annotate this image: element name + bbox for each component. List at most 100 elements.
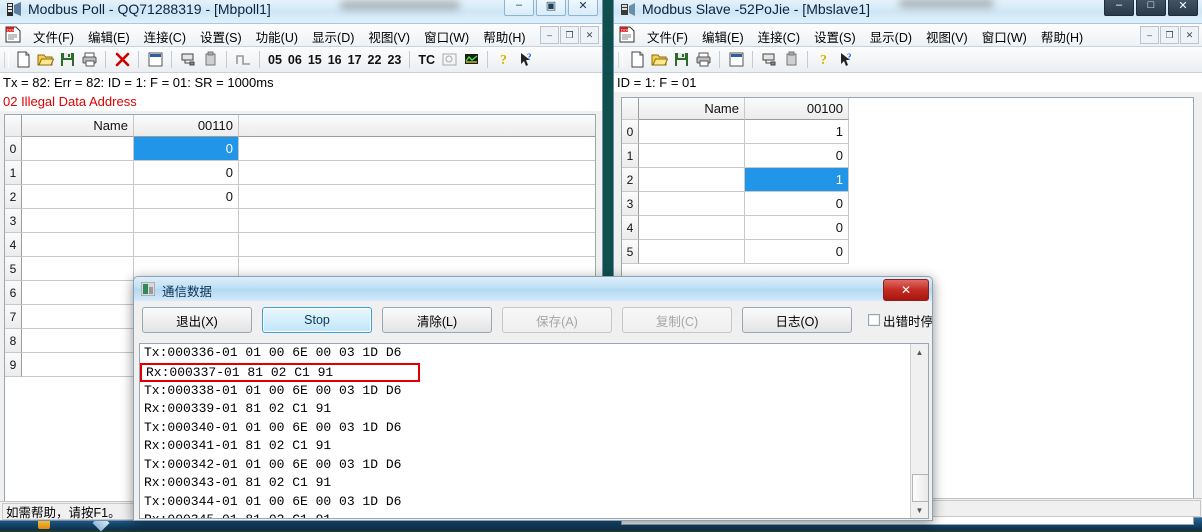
slave-menu-edit[interactable]: 编辑(E): [695, 26, 751, 47]
slave-menu-display[interactable]: 显示(D): [863, 26, 919, 47]
slave-row-name-1[interactable]: [639, 144, 745, 168]
stop-button[interactable]: Stop: [262, 307, 372, 333]
function-15-button[interactable]: 15: [305, 53, 325, 67]
slave-menu-view[interactable]: 视图(V): [919, 26, 975, 47]
poll-menu-view[interactable]: 视图(V): [361, 26, 417, 47]
table-row[interactable]: 0 1: [622, 120, 1193, 144]
dialog-title-bar[interactable]: 通信数据 ✕: [134, 277, 932, 301]
function-05-button[interactable]: 05: [265, 53, 285, 67]
slave-menu-connection[interactable]: 连接(C): [751, 26, 807, 47]
slave-row-name-3[interactable]: [639, 192, 745, 216]
help-icon[interactable]: ?: [813, 49, 835, 70]
poll-menu-setup[interactable]: 设置(S): [193, 26, 249, 47]
poll-system-buttons[interactable]: – ▣ ✕: [504, 0, 598, 16]
paste-icon[interactable]: [780, 49, 802, 70]
exit-button[interactable]: 退出(X): [142, 307, 252, 333]
function-06-button[interactable]: 06: [285, 53, 305, 67]
slave-mdi-close[interactable]: ✕: [1180, 26, 1199, 44]
dialog-button-bar[interactable]: 退出(X) Stop 清除(L) 保存(A) 复制(C) 日志(O) 出错时停止…: [134, 301, 932, 339]
slave-row-name-0[interactable]: [639, 120, 745, 144]
disconnect-icon[interactable]: [111, 49, 133, 70]
table-row[interactable]: 3: [5, 209, 595, 233]
poll-row-name-9[interactable]: [22, 353, 134, 377]
log-scrollbar[interactable]: ▲ ▼: [910, 344, 928, 518]
pulse-icon[interactable]: [232, 49, 254, 70]
function-22-button[interactable]: 22: [365, 53, 385, 67]
open-file-icon[interactable]: [34, 49, 56, 70]
save-file-icon[interactable]: [670, 49, 692, 70]
poll-row-value-3[interactable]: [134, 209, 239, 233]
table-row[interactable]: 1 0: [5, 161, 595, 185]
slave-system-buttons[interactable]: – □ ✕: [1104, 0, 1198, 16]
dialog-log-area[interactable]: Tx:000336-01 01 00 6E 00 03 1D D6 Rx:000…: [139, 343, 929, 519]
poll-mdi-buttons[interactable]: – ❐ ✕: [540, 26, 599, 44]
poll-definition-icon[interactable]: [177, 49, 199, 70]
poll-mdi-restore[interactable]: ❐: [560, 26, 579, 44]
help-icon[interactable]: ?: [493, 49, 515, 70]
poll-row-value-4[interactable]: [134, 233, 239, 257]
poll-menu-file[interactable]: 文件(F): [26, 26, 81, 47]
toolbar-grip[interactable]: [618, 51, 623, 68]
slave-row-value-3[interactable]: 0: [745, 192, 849, 216]
print-icon[interactable]: [692, 49, 714, 70]
poll-mdi-close[interactable]: ✕: [580, 26, 599, 44]
table-row[interactable]: 3 0: [622, 192, 1193, 216]
new-file-icon[interactable]: [626, 49, 648, 70]
slave-menu-window[interactable]: 窗口(W): [975, 26, 1034, 47]
poll-menu-edit[interactable]: 编辑(E): [81, 26, 137, 47]
read-write-definition-icon[interactable]: [144, 49, 166, 70]
slave-definition-icon[interactable]: [725, 49, 747, 70]
table-row[interactable]: 4: [5, 233, 595, 257]
open-file-icon[interactable]: [648, 49, 670, 70]
poll-row-name-4[interactable]: [22, 233, 134, 257]
poll-menu-functions[interactable]: 功能(U): [249, 26, 305, 47]
scrollbar-thumb[interactable]: [912, 474, 928, 502]
tc-button[interactable]: TC: [415, 53, 438, 67]
slave-row-name-2[interactable]: [639, 168, 745, 192]
poll-menu-display[interactable]: 显示(D): [305, 26, 361, 47]
slave-row-value-0[interactable]: 1: [745, 120, 849, 144]
poll-row-name-2[interactable]: [22, 185, 134, 209]
slave-maximize-button[interactable]: □: [1136, 0, 1166, 16]
poll-row-name-3[interactable]: [22, 209, 134, 233]
slave-title-bar[interactable]: Modbus Slave -52PoJie - [Mbslave1] – □ ✕: [614, 0, 1202, 24]
poll-row-value-2[interactable]: 0: [134, 185, 239, 209]
slave-menu-items[interactable]: 文件(F) 编辑(E) 连接(C) 设置(S) 显示(D) 视图(V) 窗口(W…: [640, 26, 1090, 47]
poll-toolbar[interactable]: 05 06 15 16 17 22 23 TC ? ?: [0, 47, 602, 73]
poll-menu-connection[interactable]: 连接(C): [137, 26, 193, 47]
slave-close-button[interactable]: ✕: [1168, 0, 1198, 16]
print-icon[interactable]: [78, 49, 100, 70]
table-row[interactable]: 1 0: [622, 144, 1193, 168]
poll-row-value-0[interactable]: 0: [134, 137, 239, 161]
clear-button[interactable]: 清除(L): [382, 307, 492, 333]
context-help-icon[interactable]: ?: [515, 49, 537, 70]
slave-toolbar[interactable]: ? ?: [614, 47, 1202, 73]
poll-restore-button[interactable]: ▣: [536, 0, 566, 16]
slave-row-name-5[interactable]: [639, 240, 745, 264]
poll-close-button[interactable]: ✕: [568, 0, 598, 16]
poll-row-name-5[interactable]: [22, 257, 134, 281]
slave-row-value-1[interactable]: 0: [745, 144, 849, 168]
poll-row-name-7[interactable]: [22, 305, 134, 329]
slave-menu-help[interactable]: 帮助(H): [1034, 26, 1090, 47]
poll-menu-items[interactable]: 文件(F) 编辑(E) 连接(C) 设置(S) 功能(U) 显示(D) 视图(V…: [26, 26, 533, 47]
scroll-down-icon[interactable]: ▼: [911, 502, 928, 518]
poll-row-name-1[interactable]: [22, 161, 134, 185]
slave-mdi-buttons[interactable]: – ❐ ✕: [1140, 26, 1199, 44]
poll-row-value-1[interactable]: 0: [134, 161, 239, 185]
function-23-button[interactable]: 23: [384, 53, 404, 67]
poll-mdi-minimize[interactable]: –: [540, 26, 559, 44]
slave-mdi-minimize[interactable]: –: [1140, 26, 1159, 44]
save-file-icon[interactable]: [56, 49, 78, 70]
slave-menu-file[interactable]: 文件(F): [640, 26, 695, 47]
table-row[interactable]: 0 0: [5, 137, 595, 161]
context-help-icon[interactable]: ?: [835, 49, 857, 70]
poll-minimize-button[interactable]: –: [504, 0, 534, 16]
communication-data-dialog[interactable]: 通信数据 ✕ 退出(X) Stop 清除(L) 保存(A) 复制(C) 日志(O…: [133, 276, 933, 521]
poll-menu-help[interactable]: 帮助(H): [476, 26, 532, 47]
poll-row-name-6[interactable]: [22, 281, 134, 305]
table-row[interactable]: 2 0: [5, 185, 595, 209]
table-row[interactable]: 2 1: [622, 168, 1193, 192]
table-row[interactable]: 4 0: [622, 216, 1193, 240]
new-file-icon[interactable]: [12, 49, 34, 70]
